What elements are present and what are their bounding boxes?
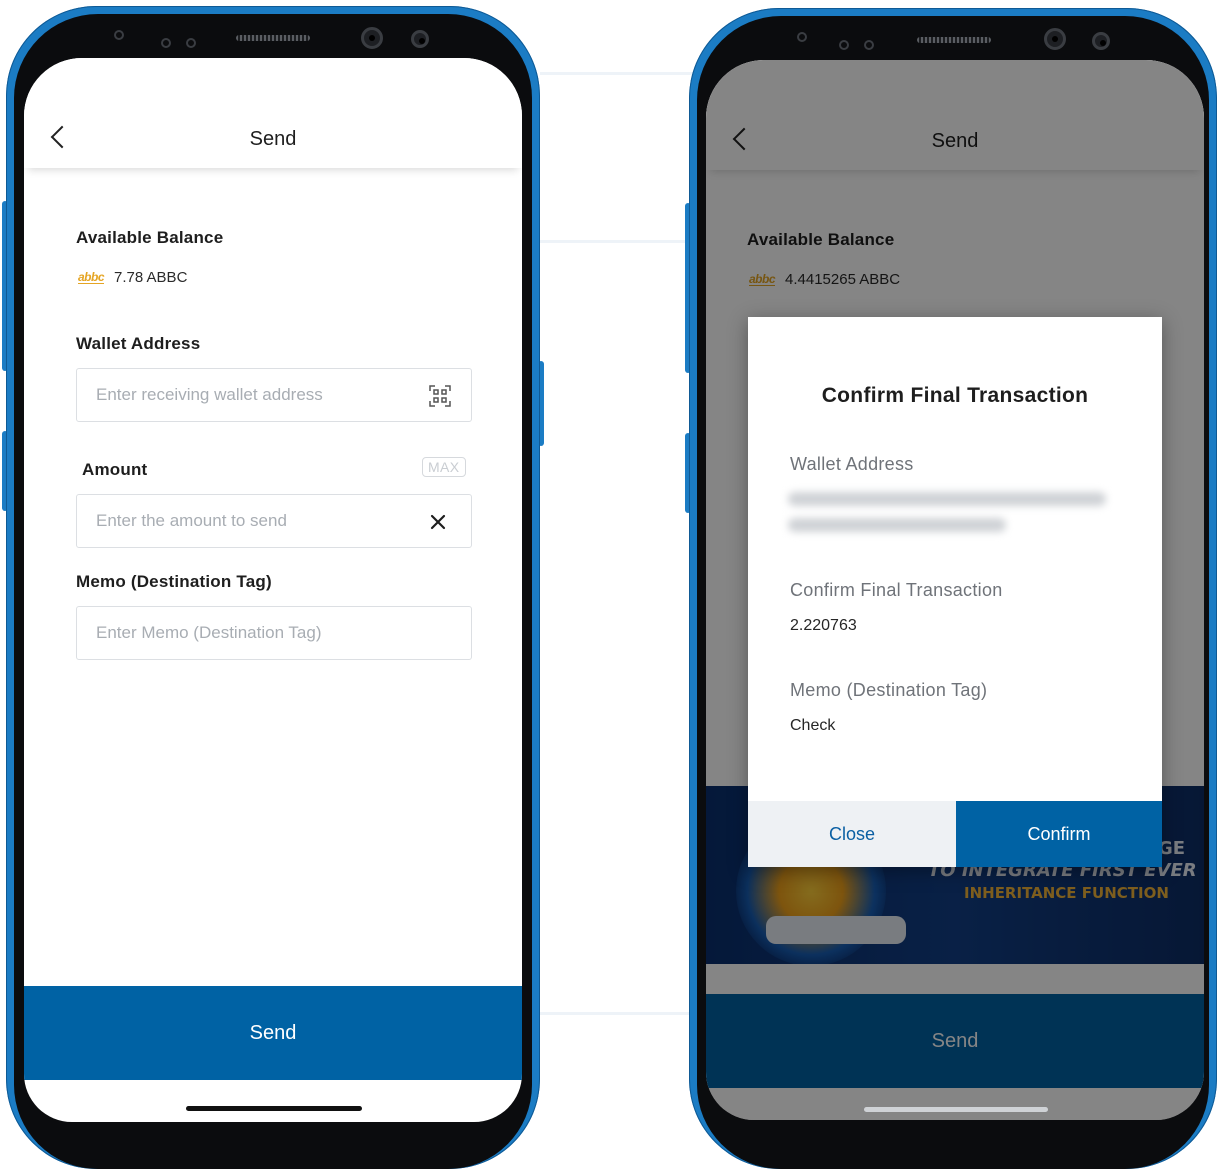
- send-button[interactable]: Send: [24, 986, 522, 1080]
- left-phone: Send Available Balance abbc 7.78 ABBC Wa…: [2, 6, 544, 1169]
- max-button[interactable]: MAX: [422, 457, 466, 477]
- memo-input[interactable]: Enter Memo (Destination Tag): [76, 606, 472, 660]
- amount-placeholder: Enter the amount to send: [96, 511, 287, 530]
- phone-notch: [689, 22, 1217, 52]
- background-line: [540, 240, 700, 243]
- wallet-address-label: Wallet Address: [76, 334, 201, 353]
- sensor-icon: [1092, 32, 1110, 50]
- left-screen: Send Available Balance abbc 7.78 ABBC Wa…: [24, 58, 522, 1122]
- home-indicator: [864, 1107, 1048, 1112]
- camera-icon: [361, 27, 383, 49]
- sensor-icon: [411, 30, 429, 48]
- modal-amount-value: 2.220763: [790, 617, 857, 634]
- abbc-coin-icon: abbc: [78, 269, 105, 284]
- modal-memo-label: Memo (Destination Tag): [790, 680, 988, 700]
- phone-notch: [6, 20, 540, 50]
- modal-memo-value: Check: [790, 717, 836, 734]
- wallet-address-redacted: [788, 518, 1006, 532]
- qr-scan-icon[interactable]: [429, 385, 451, 407]
- memo-label: Memo (Destination Tag): [76, 572, 272, 591]
- app-header: Send: [24, 58, 522, 168]
- amount-input[interactable]: Enter the amount to send: [76, 494, 472, 548]
- page-title: Send: [249, 128, 297, 150]
- right-phone: Send Available Balance abbc 4.4415265 AB…: [685, 8, 1217, 1169]
- home-indicator: [186, 1106, 362, 1111]
- modal-title: Confirm Final Transaction: [821, 384, 1089, 407]
- balance-row: abbc 7.78 ABBC: [78, 269, 187, 286]
- memo-placeholder: Enter Memo (Destination Tag): [96, 623, 322, 642]
- confirm-button[interactable]: Confirm: [956, 801, 1162, 867]
- background-line: [540, 72, 700, 75]
- close-button[interactable]: Close: [748, 801, 956, 867]
- wallet-address-redacted: [788, 492, 1106, 506]
- wallet-address-placeholder: Enter receiving wallet address: [96, 385, 323, 404]
- clear-icon[interactable]: [429, 513, 447, 531]
- confirm-modal: Confirm Final Transaction Wallet Address…: [748, 317, 1162, 867]
- balance-amount: 7.78 ABBC: [114, 269, 188, 286]
- background-line: [540, 1012, 700, 1015]
- wallet-address-input[interactable]: Enter receiving wallet address: [76, 368, 472, 422]
- balance-label: Available Balance: [76, 228, 224, 247]
- right-screen: Send Available Balance abbc 4.4415265 AB…: [706, 60, 1204, 1120]
- modal-wallet-label: Wallet Address: [790, 454, 914, 474]
- camera-icon: [1044, 28, 1066, 50]
- modal-amount-label: Confirm Final Transaction: [790, 580, 1003, 600]
- amount-label: Amount: [82, 460, 148, 479]
